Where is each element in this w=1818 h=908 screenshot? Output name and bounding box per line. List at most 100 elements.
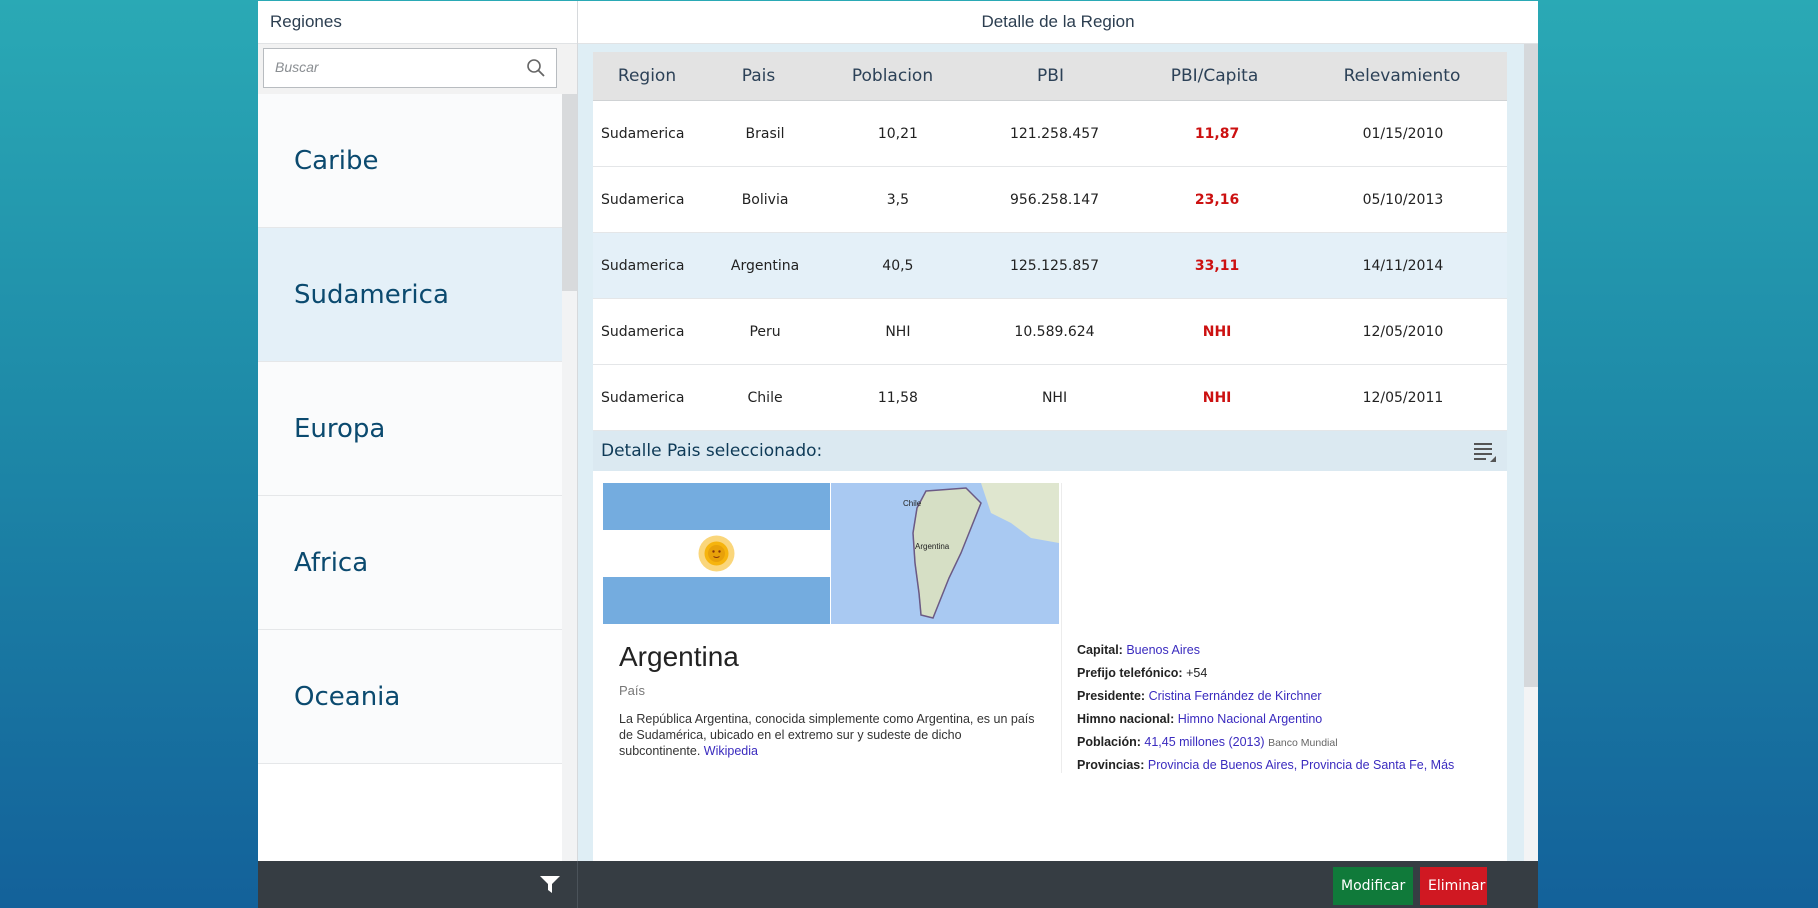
wikipedia-link[interactable]: Wikipedia [704, 744, 758, 758]
cell-pais: Argentina [730, 257, 800, 274]
cell-poblacion: 11,58 [877, 389, 918, 406]
eliminar-button[interactable]: Eliminar [1420, 867, 1487, 905]
cell-poblacion: 40,5 [882, 257, 914, 274]
capital-link[interactable]: Buenos Aires [1126, 643, 1200, 657]
table-header: Region Pais Poblacion PBI PBI/Capita Rel… [593, 52, 1507, 101]
argentina-flag-image [603, 483, 830, 624]
table-row[interactable]: Sudamerica Brasil 10,21 121.258.457 11,8… [593, 101, 1507, 167]
region-label: Europa [294, 413, 386, 444]
search-icon[interactable] [526, 58, 546, 78]
cell-region: Sudamerica [601, 125, 685, 142]
cell-relevamiento: 05/10/2013 [1362, 191, 1444, 208]
himno-link[interactable]: Himno Nacional Argentino [1178, 712, 1323, 726]
cell-pbi-capita: 33,11 [1194, 257, 1240, 274]
modificar-button[interactable]: Modificar [1333, 867, 1413, 905]
cell-region: Sudamerica [601, 389, 685, 406]
column-header-poblacion[interactable]: Poblacion [816, 52, 969, 100]
search-bar [258, 44, 577, 95]
region-item-caribe[interactable]: Caribe [258, 94, 562, 228]
cell-relevamiento: 12/05/2011 [1362, 389, 1444, 406]
presidente-link[interactable]: Cristina Fernández de Kirchner [1149, 689, 1322, 703]
master-title: Regiones [258, 1, 577, 44]
column-header-relevamiento[interactable]: Relevamiento [1297, 52, 1507, 100]
cell-pbi-capita: NHI [1202, 389, 1232, 406]
cell-pbi-capita: NHI [1202, 323, 1232, 340]
prefijo-value: +54 [1186, 666, 1208, 680]
poblacion-source: Banco Mundial [1268, 737, 1338, 749]
column-header-pais[interactable]: Pais [701, 52, 816, 100]
fact-label: Población: [1077, 735, 1141, 749]
master-scrollbar-thumb[interactable] [562, 94, 577, 291]
detail-scrollbar-thumb[interactable] [1524, 44, 1538, 687]
search-input[interactable] [264, 49, 515, 85]
column-header-pbi-capita[interactable]: PBI/Capita [1132, 52, 1297, 100]
table-row[interactable]: Sudamerica Peru NHI 10.589.624 NHI 12/05… [593, 299, 1507, 365]
region-label: Oceania [294, 681, 401, 712]
region-list: Caribe Sudamerica Europa Africa Oceania [258, 94, 562, 764]
region-item-europa[interactable]: Europa [258, 362, 562, 496]
poblacion-link[interactable]: 41,45 millones (2013) [1144, 735, 1264, 749]
cell-pais: Chile [747, 389, 783, 406]
master-scrollbar[interactable] [562, 94, 577, 861]
cell-region: Sudamerica [601, 191, 685, 208]
footer-divider [577, 861, 578, 908]
app-window: Regiones Caribe Sudamerica Europa Africa… [258, 1, 1538, 908]
table-row[interactable]: Sudamerica Bolivia 3,5 956.258.147 23,16… [593, 167, 1507, 233]
fact-himno: Himno nacional: Himno Nacional Argentino [1077, 708, 1497, 731]
fact-poblacion: Población: 41,45 millones (2013) Banco M… [1077, 731, 1497, 754]
country-name: Argentina [619, 641, 739, 672]
cell-pbi: 121.258.457 [1009, 125, 1100, 142]
country-detail-area: Chile Argentina Argentina País La Repúbl… [593, 471, 1507, 861]
cell-pbi: 956.258.147 [1009, 191, 1100, 208]
country-description: La República Argentina, conocida simplem… [619, 711, 1039, 759]
detail-body: Region Pais Poblacion PBI PBI/Capita Rel… [578, 44, 1538, 861]
cell-pbi-capita: 23,16 [1194, 191, 1240, 208]
cell-relevamiento: 12/05/2010 [1362, 323, 1444, 340]
cell-relevamiento: 14/11/2014 [1362, 257, 1444, 274]
column-header-pbi[interactable]: PBI [969, 52, 1132, 100]
cell-pbi: 125.125.857 [1009, 257, 1100, 274]
detail-scrollbar[interactable] [1524, 44, 1538, 861]
detail-pane: Detalle de la Region Region Pais Poblaci… [578, 1, 1538, 861]
cell-pais: Bolivia [741, 191, 789, 208]
cell-region: Sudamerica [601, 257, 685, 274]
search-field[interactable] [263, 48, 557, 88]
country-facts: Capital: Buenos Aires Prefijo telefónico… [1077, 639, 1497, 777]
fact-label: Presidente: [1077, 689, 1146, 703]
cell-poblacion: NHI [885, 323, 911, 340]
detail-title: Detalle de la Region [578, 1, 1538, 44]
list-menu-icon[interactable] [1473, 441, 1497, 463]
fact-prefijo: Prefijo telefónico: +54 [1077, 662, 1497, 685]
country-type: País [619, 683, 646, 698]
fact-capital: Capital: Buenos Aires [1077, 639, 1497, 662]
map-label-chile: Chile [903, 499, 922, 508]
description-text: La República Argentina, conocida simplem… [619, 712, 1035, 758]
cell-relevamiento: 01/15/2010 [1362, 125, 1444, 142]
provincias-link[interactable]: Provincia de Buenos Aires, Provincia de … [1148, 758, 1454, 772]
footer-toolbar: Modificar Eliminar [258, 861, 1538, 908]
fact-presidente: Presidente: Cristina Fernández de Kirchn… [1077, 685, 1497, 708]
table-row[interactable]: Sudamerica Argentina 40,5 125.125.857 33… [593, 233, 1507, 299]
selected-country-title: Detalle Pais seleccionado: [601, 441, 823, 461]
region-label: Africa [294, 547, 369, 578]
fact-label: Himno nacional: [1077, 712, 1175, 726]
cell-pbi: 10.589.624 [1014, 323, 1095, 340]
country-card: Chile Argentina Argentina País La Repúbl… [603, 483, 1062, 773]
fact-label: Provincias: [1077, 758, 1145, 772]
region-item-africa[interactable]: Africa [258, 496, 562, 630]
region-label: Caribe [294, 145, 379, 176]
region-item-oceania[interactable]: Oceania [258, 630, 562, 764]
table-row[interactable]: Sudamerica Chile 11,58 NHI NHI 12/05/201… [593, 365, 1507, 431]
region-item-sudamerica[interactable]: Sudamerica [258, 228, 562, 362]
cell-poblacion: 3,5 [886, 191, 910, 208]
cell-pbi: NHI [1041, 389, 1068, 406]
cell-pais: Peru [749, 323, 781, 340]
column-header-region[interactable]: Region [593, 52, 701, 100]
cell-pbi-capita: 11,87 [1194, 125, 1240, 142]
selected-country-toolbar: Detalle Pais seleccionado: [593, 431, 1507, 471]
region-label: Sudamerica [294, 279, 449, 310]
cell-poblacion: 10,21 [877, 125, 918, 142]
region-table: Region Pais Poblacion PBI PBI/Capita Rel… [593, 52, 1507, 431]
filter-icon[interactable] [540, 876, 560, 894]
fact-label: Capital: [1077, 643, 1123, 657]
